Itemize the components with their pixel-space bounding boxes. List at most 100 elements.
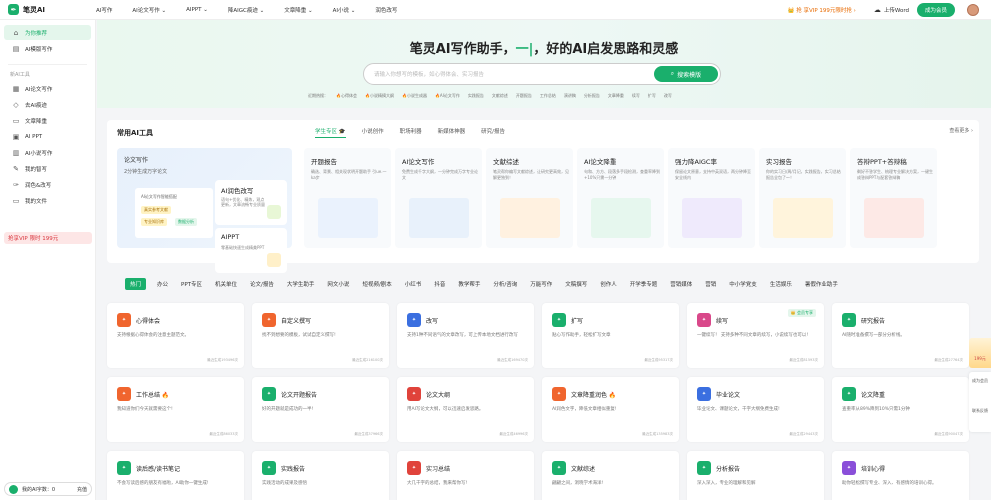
- avatar[interactable]: [967, 4, 979, 16]
- see-more-link[interactable]: 查看更多 ›: [949, 127, 973, 134]
- tool-card-intern[interactable]: 实习报告 你的实习日/周/月记，实践报告，实习总结 报告全包了～！: [759, 148, 846, 248]
- template-card[interactable]: ✦ 论文开题报告 好的开题就是成功的一半! 最近生成37966次: [252, 377, 389, 442]
- hot-tag[interactable]: 扩写: [648, 93, 656, 99]
- vip-gift-float[interactable]: 199元: [969, 338, 991, 368]
- sidebar-item-template[interactable]: ▤ AI模版写作: [4, 41, 91, 56]
- hot-tag[interactable]: 实践报告: [468, 93, 484, 99]
- search-button[interactable]: ⌕ 搜索模版: [654, 66, 718, 82]
- category-tab[interactable]: 论文/报告: [248, 278, 276, 290]
- category-tab[interactable]: 生活娱乐: [768, 278, 794, 290]
- tool-card-review[interactable]: 文献综述 笔灵帮你编写文献综述，让研究更高效，见解更独到！: [486, 148, 573, 248]
- sidebar-item-my-write[interactable]: ✎ 我的智写: [4, 161, 91, 176]
- template-card[interactable]: ✦ 实践报告 实践活动的成果及感悟: [252, 451, 389, 500]
- vip-promo-link[interactable]: 👑 抢 享VIP 199元限时抢 ›: [788, 6, 856, 14]
- category-tab[interactable]: 文稿撰写: [563, 278, 589, 290]
- template-card[interactable]: ✦ 实习总结 大几千字的总结，我来帮你写!: [397, 451, 534, 500]
- hot-tag[interactable]: 演讲稿: [564, 93, 576, 99]
- hot-tag[interactable]: 工作总结: [540, 93, 556, 99]
- hot-tag[interactable]: 🔥小说精摘大纲: [365, 93, 394, 99]
- logo[interactable]: ✒ 笔灵AI: [0, 4, 96, 15]
- template-card[interactable]: ✦ 读后感/读书笔记 不会写读后感的朋友有福啦，AI助你一键生成!: [107, 451, 244, 500]
- sidebar-item-files[interactable]: ▭ 我的文件: [4, 193, 91, 208]
- template-card[interactable]: ✦ 文章降重润色 🔥 AI润色文字，降低文章相似重复! 最近生成135983次: [542, 377, 679, 442]
- category-tab[interactable]: 创作人: [598, 278, 619, 290]
- nav-item-novel[interactable]: AI小说 ⌄: [333, 6, 356, 14]
- hot-tag[interactable]: 文献综述: [492, 93, 508, 99]
- template-card[interactable]: ✦ 扩写 贴心写作助手，轻松扩写文章 最近生成95317次: [542, 303, 679, 368]
- recharge-button[interactable]: 充值: [77, 486, 87, 493]
- become-member-button[interactable]: 成为会员: [916, 3, 955, 17]
- nav-item-ai-write[interactable]: AI写作: [96, 6, 112, 14]
- tool-card-proposal[interactable]: 开题报告 确选、背景、相关现状明开题助手 引ue.一ka步: [304, 148, 391, 248]
- template-card[interactable]: ✦ 续写 👑 会员专享 一键续写！ 支持多种不同文章的续写，小说续写也可以! 最近生成8…: [687, 303, 824, 368]
- sidebar-item-novel[interactable]: ▥ AI小说写作: [4, 145, 91, 160]
- template-card[interactable]: ✦ 自定义撰写 找不到想要的模板，试试自定义撰写! 最近生成216100次: [252, 303, 389, 368]
- hot-tag[interactable]: 🔥AI论文写作: [435, 93, 460, 99]
- template-card[interactable]: ✦ 改写 支持1种不同语气的文章改写，可上传本地文档进行改写 最近生成169470次: [397, 303, 534, 368]
- nav-item-polish[interactable]: 润色改写: [375, 6, 397, 14]
- upload-word-button[interactable]: ☁ 上传Word: [874, 6, 909, 14]
- tool-card-dedup[interactable]: AI论文降重 句和、方方、段落多手段检测，查重率降到+10%只需一分钟: [577, 148, 664, 248]
- feedback-float-button[interactable]: 联系反馈: [969, 402, 991, 432]
- hot-tag[interactable]: 改写: [664, 93, 672, 99]
- tool-card-defense[interactable]: 答辩PPT+答辩稿 剩好不答学生、梳理专业解决方案，一键生成答辩PPT与配套答辩…: [850, 148, 937, 248]
- category-tab[interactable]: 教学帮手: [456, 278, 482, 290]
- category-tab[interactable]: PPT专区: [179, 278, 204, 290]
- nav-item-paper[interactable]: AI论文写作 ⌄: [132, 6, 166, 14]
- hot-tag[interactable]: 🔥心得体会: [336, 93, 357, 99]
- category-tab[interactable]: 热门: [125, 278, 147, 290]
- nav-item-dedup[interactable]: 文章降重 ⌄: [284, 6, 312, 14]
- template-card[interactable]: ✦ 文献综述 翩翩之间，洞晓学术海洋!: [542, 451, 679, 500]
- sidebar-item-paper[interactable]: ▦ AI论文写作: [4, 81, 91, 96]
- sidebar-item-aigc[interactable]: ◇ 去AI痕迹: [4, 97, 91, 112]
- sidebar-item-recommend[interactable]: ⌂ 为你推荐: [4, 25, 91, 40]
- category-tab[interactable]: 万能写作: [528, 278, 554, 290]
- tab-workplace[interactable]: 职场利器: [400, 127, 422, 138]
- template-card[interactable]: ✦ 心得体会 支持根据心得体会的注意主题范文。 最近生成193496次: [107, 303, 244, 368]
- category-tab[interactable]: 小红书: [403, 278, 424, 290]
- hot-tag[interactable]: 🔥小说生成器: [402, 93, 427, 99]
- template-card[interactable]: ✦ 研究报告 AI随时准备撰写一部分分析线。 最近生成27764次: [832, 303, 969, 368]
- category-tab[interactable]: 抖音: [432, 278, 447, 290]
- template-card[interactable]: ✦ 分析报告 深入深入，专业的理解和见解: [687, 451, 824, 500]
- hot-tag[interactable]: 文章降重: [608, 93, 624, 99]
- template-card[interactable]: ✦ 论文大纲 用AI写论文大纲，可以迅速启发思路。 最近生成46996次: [397, 377, 534, 442]
- category-tab[interactable]: 开学季专题: [628, 278, 660, 290]
- sidebar-item-ppt[interactable]: ▣ AI PPT: [4, 129, 91, 144]
- tab-novel[interactable]: 小说创作: [362, 127, 384, 138]
- tools-tabs: 学生专区 🎓 小说创作 职场利器 新媒体神器 研究/报告: [315, 127, 521, 138]
- category-tab[interactable]: 暑假作业助手: [803, 278, 840, 290]
- template-card[interactable]: ✦ 毕业论文 毕业论文、课题论文，千字大纲免费生成! 最近生成29443次: [687, 377, 824, 442]
- template-card[interactable]: ✦ 培训心得 助你轻松撰写专业、深入、有感情的培训心得。: [832, 451, 969, 500]
- category-tab[interactable]: 营销: [703, 278, 718, 290]
- tab-student[interactable]: 学生专区 🎓: [315, 127, 346, 138]
- template-card[interactable]: ✦ 工作总结 🔥 我知道你们今天就需要这个! 最近生成86033次: [107, 377, 244, 442]
- category-tab[interactable]: 办公: [155, 278, 170, 290]
- tool-card-aigc[interactable]: 强力降AIGC率 保留论文原意，支持中英双语，两分钟降至安全线内: [668, 148, 755, 248]
- category-tab[interactable]: 中小学党支: [727, 278, 759, 290]
- category-tab[interactable]: 网文小说: [325, 278, 351, 290]
- hot-tag[interactable]: 开题报告: [516, 93, 532, 99]
- nav-item-aigc[interactable]: 降AIGC痕迹 ⌄: [228, 6, 264, 14]
- sidebar-item-dedup[interactable]: ▭ 文章降重: [4, 113, 91, 128]
- hot-tag[interactable]: 续写: [632, 93, 640, 99]
- tool-card-paper[interactable]: AI论文写作 免费生成千字大纲，一分钟完成万字专业论文: [395, 148, 482, 248]
- category-tab[interactable]: 营销媒体: [668, 278, 694, 290]
- hot-tag[interactable]: 分析报告: [584, 93, 600, 99]
- nav-item-ppt[interactable]: AIPPT ⌄: [186, 7, 208, 13]
- category-tab[interactable]: 机关单位: [213, 278, 239, 290]
- featured-paper-card[interactable]: 论文写作 2分钟生成万字论文 AI论文写作智能搭配 真实参考文献 专业知识库 数…: [117, 148, 292, 273]
- polish-tool-card[interactable]: AI润色改写 语句+优化、精炼，观点更新，文章流畅专业质量: [215, 180, 287, 225]
- template-card[interactable]: ✦ 论文降重 查重率从89%降到10%只需1分钟 最近生成90047次: [832, 377, 969, 442]
- become-vip-float-button[interactable]: 成为会员: [969, 372, 991, 402]
- category-tab[interactable]: 分析/咨询: [491, 278, 519, 290]
- aippt-tool-card[interactable]: AIPPT 零基础快速生成精美PPT: [215, 228, 287, 273]
- tab-research[interactable]: 研究/报告: [481, 127, 505, 138]
- category-tab[interactable]: 大学生助手: [285, 278, 317, 290]
- tab-media[interactable]: 新媒体神器: [438, 127, 466, 138]
- search-input[interactable]: 请输入你想写的模板，如心得体会、实习报告: [374, 70, 484, 78]
- sidebar-item-polish[interactable]: ✑ 润色&改写: [4, 177, 91, 192]
- template-usage-count: 最近生成81593次: [789, 358, 818, 362]
- sidebar-vip-banner[interactable]: 抢享VIP 限时 199元: [4, 232, 92, 244]
- category-tab[interactable]: 短视频/剧本: [360, 278, 393, 290]
